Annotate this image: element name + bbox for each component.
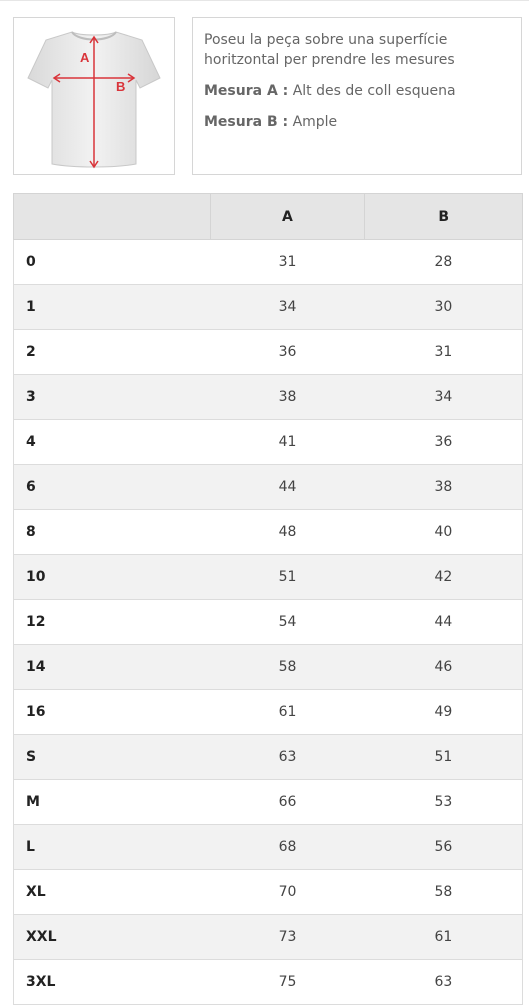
measure-b-line: Mesura B : Ample — [204, 112, 511, 132]
measure-b-cell: 61 — [364, 914, 523, 960]
table-row: 12 54 44 — [13, 599, 523, 645]
tshirt-icon: A B — [27, 31, 161, 169]
size-table: A B 0 31 28 1 34 30 2 36 31 3 38 34 4 41 36 6 44 38 8 48 40 1… — [13, 193, 523, 1005]
measure-a-cell: 34 — [210, 284, 365, 330]
measure-b-cell: 46 — [364, 644, 523, 690]
measure-a-cell: 58 — [210, 644, 365, 690]
measure-b-cell: 51 — [364, 734, 523, 780]
size-table-body: 0 31 28 1 34 30 2 36 31 3 38 34 4 41 36 6 44 38 8 48 40 10 51 4… — [13, 239, 523, 1005]
measure-a-cell: 61 — [210, 689, 365, 735]
measure-a-cell: 41 — [210, 419, 365, 465]
table-row: 0 31 28 — [13, 239, 523, 285]
measure-a-label: Mesura A : — [204, 83, 289, 99]
size-cell: XXL — [13, 914, 211, 960]
table-row: 8 48 40 — [13, 509, 523, 555]
measure-a-cell: 48 — [210, 509, 365, 555]
measure-b-cell: 49 — [364, 689, 523, 735]
measure-b-cell: 58 — [364, 869, 523, 915]
measure-b-cell: 53 — [364, 779, 523, 825]
measure-b-cell: 44 — [364, 599, 523, 645]
diagram-label-b: B — [116, 79, 125, 94]
size-cell: L — [13, 824, 211, 870]
table-row: S 63 51 — [13, 734, 523, 780]
measure-instructions: Poseu la peça sobre una superfície horit… — [192, 17, 522, 175]
table-row: 4 41 36 — [13, 419, 523, 465]
measure-a-text: Alt des de coll esquena — [292, 83, 456, 99]
measure-b-cell: 36 — [364, 419, 523, 465]
instruction-text: Poseu la peça sobre una superfície horit… — [204, 32, 455, 68]
measure-b-cell: 42 — [364, 554, 523, 600]
measure-b-cell: 40 — [364, 509, 523, 555]
measure-a-cell: 73 — [210, 914, 365, 960]
measure-a-cell: 38 — [210, 374, 365, 420]
size-cell: 14 — [13, 644, 211, 690]
measure-a-cell: 66 — [210, 779, 365, 825]
size-cell: 0 — [13, 239, 211, 285]
size-cell: 12 — [13, 599, 211, 645]
size-cell: S — [13, 734, 211, 780]
measure-b-cell: 63 — [364, 959, 523, 1005]
measure-b-cell: 28 — [364, 239, 523, 285]
measure-a-cell: 51 — [210, 554, 365, 600]
table-row: 1 34 30 — [13, 284, 523, 330]
size-cell: 6 — [13, 464, 211, 510]
diagram-label-a: A — [80, 50, 90, 65]
size-cell: 1 — [13, 284, 211, 330]
measure-a-line: Mesura A : Alt des de coll esquena — [204, 81, 511, 101]
measure-b-cell: 34 — [364, 374, 523, 420]
table-row: XXL 73 61 — [13, 914, 523, 960]
table-row: M 66 53 — [13, 779, 523, 825]
measure-b-cell: 31 — [364, 329, 523, 375]
size-cell: 3 — [13, 374, 211, 420]
table-row: 14 58 46 — [13, 644, 523, 690]
table-row: 6 44 38 — [13, 464, 523, 510]
measure-b-cell: 56 — [364, 824, 523, 870]
measure-a-cell: 75 — [210, 959, 365, 1005]
size-cell: M — [13, 779, 211, 825]
measure-a-cell: 68 — [210, 824, 365, 870]
size-cell: 2 — [13, 329, 211, 375]
table-row: XL 70 58 — [13, 869, 523, 915]
measure-a-cell: 70 — [210, 869, 365, 915]
measure-a-cell: 54 — [210, 599, 365, 645]
size-cell: 4 — [13, 419, 211, 465]
size-table-header: A B — [13, 193, 523, 240]
size-cell: 10 — [13, 554, 211, 600]
top-divider — [0, 0, 529, 1]
measure-b-cell: 30 — [364, 284, 523, 330]
table-row: 10 51 42 — [13, 554, 523, 600]
header-b: B — [364, 193, 523, 240]
measure-a-cell: 44 — [210, 464, 365, 510]
table-row: 3 38 34 — [13, 374, 523, 420]
size-cell: 8 — [13, 509, 211, 555]
size-cell: XL — [13, 869, 211, 915]
measure-a-cell: 31 — [210, 239, 365, 285]
measure-b-cell: 38 — [364, 464, 523, 510]
header-a: A — [209, 193, 366, 240]
tshirt-measure-image: A B — [13, 17, 175, 175]
table-row: 3XL 75 63 — [13, 959, 523, 1005]
table-row: 16 61 49 — [13, 689, 523, 735]
measure-b-text: Ample — [292, 114, 338, 130]
table-row: 2 36 31 — [13, 329, 523, 375]
header-size — [13, 193, 211, 240]
measure-b-label: Mesura B : — [204, 114, 289, 130]
measure-a-cell: 36 — [210, 329, 365, 375]
table-row: L 68 56 — [13, 824, 523, 870]
size-cell: 3XL — [13, 959, 211, 1005]
measure-a-cell: 63 — [210, 734, 365, 780]
size-cell: 16 — [13, 689, 211, 735]
